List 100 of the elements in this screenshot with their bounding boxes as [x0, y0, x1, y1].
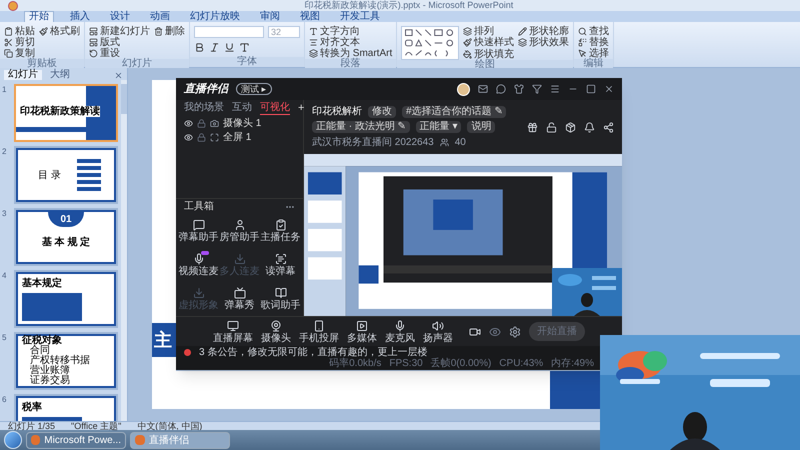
ribbon-button[interactable]: 格式刷: [39, 26, 80, 37]
tool-button[interactable]: 读弹幕: [260, 248, 301, 282]
tool-button[interactable]: 房管助手: [219, 214, 260, 248]
ribbon-button[interactable]: 删除: [154, 26, 185, 37]
slide-edge[interactable]: 主: [152, 80, 176, 371]
add-scene-button[interactable]: +: [298, 100, 304, 116]
scrollbar[interactable]: [121, 80, 127, 421]
topic-chip[interactable]: #选择适合你的话题 ✎: [402, 106, 506, 118]
close-icon[interactable]: [114, 71, 123, 80]
mail-icon[interactable]: [478, 84, 488, 94]
ribbon-tab[interactable]: 幻灯片放映: [186, 12, 244, 22]
group-label: 段落: [305, 59, 396, 69]
tool-button[interactable]: 弹幕秀: [219, 282, 260, 316]
ribbon-button[interactable]: 形状轮廓: [518, 26, 570, 38]
close-icon[interactable]: [604, 84, 614, 94]
monitor-icon: [227, 320, 239, 332]
ribbon-button[interactable]: 文字方向: [309, 26, 392, 37]
tool-button[interactable]: 歌词助手: [260, 282, 301, 316]
ribbon-button[interactable]: 转换为 SmartArt: [309, 48, 392, 59]
source-control-button[interactable]: 直播屏幕: [213, 320, 253, 344]
maximize-icon[interactable]: [586, 84, 596, 94]
unlock-icon[interactable]: [546, 122, 557, 132]
lock-icon[interactable]: [197, 132, 206, 142]
ribbon-button[interactable]: 查找: [578, 26, 610, 37]
ribbon-button[interactable]: 排列: [463, 26, 514, 38]
tag-dropdown[interactable]: 正能量 ▾: [416, 121, 462, 133]
ribbon-button[interactable]: 替换: [578, 37, 610, 48]
source-control-button[interactable]: 手机投屏: [299, 320, 339, 344]
format-icon[interactable]: [224, 42, 235, 53]
group-label: 字体: [190, 57, 304, 67]
status-text: "Office 主题": [71, 422, 122, 430]
ribbon-tab[interactable]: 设计: [106, 12, 134, 22]
chat-icon[interactable]: [496, 84, 506, 94]
slide-thumbnail[interactable]: 目 录: [14, 146, 118, 204]
share-icon[interactable]: [603, 122, 614, 132]
box-icon[interactable]: [565, 122, 576, 132]
ribbon-button[interactable]: 对齐文本: [309, 37, 392, 48]
source-label[interactable]: 全屏 1: [223, 130, 252, 144]
layers-icon: [518, 38, 528, 48]
ribbon-button[interactable]: 快速样式: [463, 37, 514, 49]
panel-tab[interactable]: 幻灯片: [4, 70, 42, 80]
ribbon-button[interactable]: 版式: [89, 37, 150, 48]
menu-icon[interactable]: [550, 84, 560, 94]
ribbon-tab[interactable]: 开始: [24, 11, 54, 22]
tool-button[interactable]: 主播任务: [260, 214, 301, 248]
source-label[interactable]: 摄像头 1: [223, 116, 262, 130]
ribbon-button[interactable]: 形状效果: [518, 37, 570, 49]
slide-thumbnail[interactable]: 印花税新政策解读: [14, 84, 118, 142]
scene-tab[interactable]: 可视化: [260, 102, 290, 114]
panel-tab[interactable]: 大纲: [46, 70, 74, 80]
visibility-icon[interactable]: [184, 118, 193, 128]
source-control-button[interactable]: 麦克风: [385, 320, 415, 344]
edit-button[interactable]: 修改: [368, 106, 396, 118]
slide-background[interactable]: [152, 371, 600, 409]
tool-button[interactable]: 弹幕助手: [178, 214, 219, 248]
scene-tab[interactable]: 我的场景: [184, 102, 224, 114]
ribbon-tab[interactable]: 审阅: [256, 12, 284, 22]
clipboard-icon: [4, 27, 13, 36]
category-chip[interactable]: 正能量 · 政法光明 ✎: [312, 121, 410, 133]
ribbon-tab[interactable]: 插入: [66, 12, 94, 22]
taskbar-button[interactable]: Microsoft Powe...: [26, 432, 126, 448]
eye-icon[interactable]: [489, 326, 501, 338]
visibility-icon[interactable]: [184, 132, 193, 142]
shapes-gallery-icon[interactable]: [401, 26, 460, 60]
ribbon-button[interactable]: 粘贴: [4, 26, 35, 37]
gift-icon[interactable]: [527, 122, 538, 132]
ribbon-tab[interactable]: 视图: [296, 12, 324, 22]
tool-button[interactable]: 视频连麦: [178, 248, 219, 282]
slide-thumbnail[interactable]: 税率: [14, 394, 118, 421]
avatar[interactable]: [457, 82, 470, 96]
format-icon[interactable]: [209, 42, 220, 53]
format-icon[interactable]: [239, 42, 250, 53]
slide-thumbnail[interactable]: 01 基 本 规 定: [14, 208, 118, 266]
slide-thumbnail[interactable]: 征税对象 合同 产权转移书据 营业账簿 证券交易: [14, 332, 118, 390]
ribbon-tab[interactable]: 动画: [146, 12, 174, 22]
slide-thumbnail[interactable]: 基本规定: [14, 270, 118, 328]
bell-icon[interactable]: [584, 122, 595, 132]
ribbon-button[interactable]: 选择: [578, 48, 610, 59]
ribbon-button[interactable]: 复制: [4, 48, 35, 59]
start-button[interactable]: [4, 431, 22, 449]
font-name-field[interactable]: [194, 26, 264, 38]
source-control-button[interactable]: 多媒体: [347, 320, 377, 344]
ribbon-button[interactable]: 剪切: [4, 37, 35, 48]
note-button[interactable]: 说明: [467, 121, 496, 133]
version-badge[interactable]: 测试 ▸: [236, 83, 272, 95]
source-control-button[interactable]: 摄像头: [261, 320, 291, 344]
shirt-icon[interactable]: [514, 84, 524, 94]
lock-icon[interactable]: [197, 118, 206, 128]
camera-icon[interactable]: [469, 326, 481, 338]
scene-tab[interactable]: 互动: [232, 102, 252, 114]
format-icon[interactable]: [194, 42, 205, 53]
ribbon-button[interactable]: 新建幻灯片: [89, 26, 150, 37]
ribbon-button[interactable]: 重设: [89, 48, 150, 59]
office-button[interactable]: [8, 0, 18, 10]
text-icon: [309, 27, 318, 36]
filter-icon[interactable]: [532, 84, 542, 94]
source-control-button[interactable]: 扬声器: [423, 320, 453, 344]
ribbon-tab[interactable]: 开发工具: [336, 12, 384, 22]
settings-icon[interactable]: [509, 326, 521, 338]
ribbon-button[interactable]: 形状填充: [463, 48, 514, 60]
